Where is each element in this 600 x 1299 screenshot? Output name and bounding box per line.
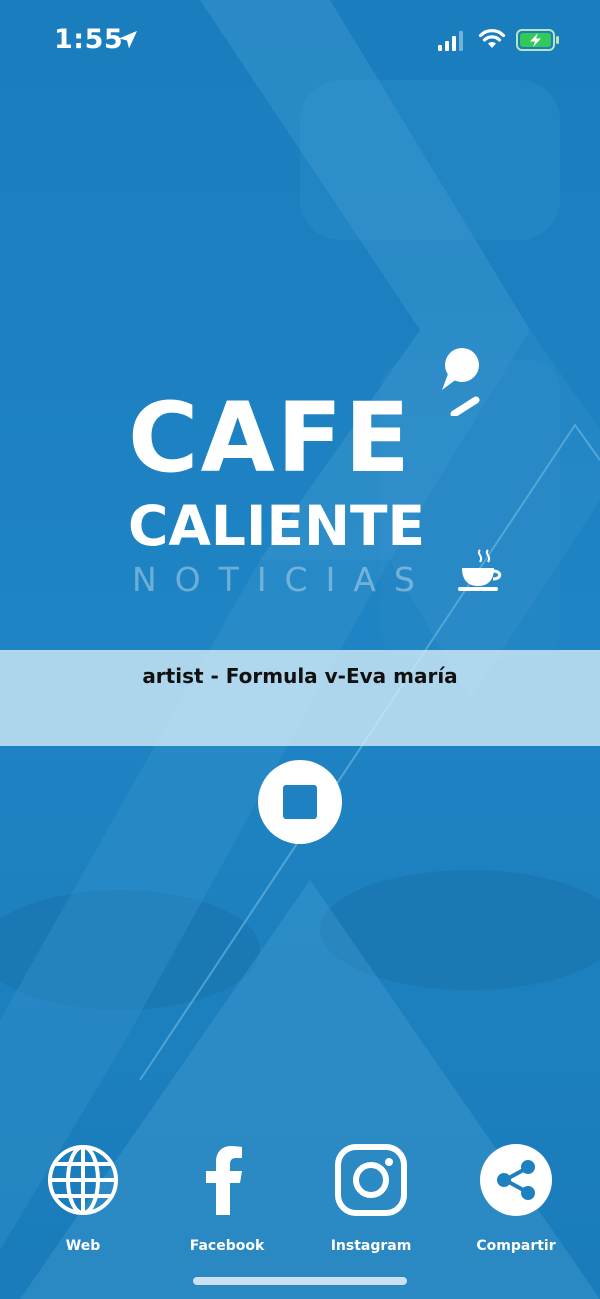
home-indicator[interactable] bbox=[193, 1277, 407, 1285]
cellular-signal-icon bbox=[438, 31, 463, 51]
status-time: 1:55 bbox=[54, 24, 124, 55]
nav-web-label: Web bbox=[65, 1238, 101, 1254]
logo-caliente-text: CALIENTE bbox=[128, 494, 426, 558]
nav-facebook-label: Facebook bbox=[189, 1238, 265, 1254]
logo-noticias-text: NOTICIAS bbox=[132, 560, 433, 599]
now-playing-text: artist - Formula v-Eva maría bbox=[142, 664, 458, 688]
nav-share-button[interactable]: Compartir bbox=[456, 1140, 576, 1260]
nav-web-button[interactable]: Web bbox=[23, 1140, 143, 1260]
coffee-cup-icon bbox=[458, 549, 502, 591]
nav-instagram-button[interactable]: Instagram bbox=[311, 1140, 431, 1260]
nav-share-label: Compartir bbox=[476, 1238, 556, 1254]
nav-facebook-button[interactable]: Facebook bbox=[167, 1140, 287, 1260]
instagram-icon bbox=[335, 1144, 407, 1216]
facebook-icon bbox=[206, 1146, 242, 1215]
nav-instagram-label: Instagram bbox=[330, 1238, 412, 1254]
accent-mark-icon bbox=[450, 396, 480, 416]
globe-icon bbox=[48, 1145, 118, 1215]
stop-button[interactable] bbox=[258, 760, 342, 844]
share-icon bbox=[480, 1144, 552, 1216]
stop-icon bbox=[283, 785, 317, 819]
logo-cafe-text: CAFE bbox=[128, 382, 412, 494]
now-playing-banner: artist - Formula v-Eva maría bbox=[0, 650, 600, 746]
status-bar: 1:55 bbox=[0, 0, 600, 80]
wifi-icon bbox=[478, 29, 506, 48]
battery-charging-icon bbox=[516, 29, 559, 51]
speech-bubble-icon bbox=[442, 348, 479, 390]
location-arrow-icon bbox=[119, 31, 137, 49]
bottom-nav: Web Facebook Instagram Compartir bbox=[0, 1140, 600, 1270]
cafe-caliente-logo: CAFE CALIENTE NOTICIAS bbox=[120, 340, 510, 610]
